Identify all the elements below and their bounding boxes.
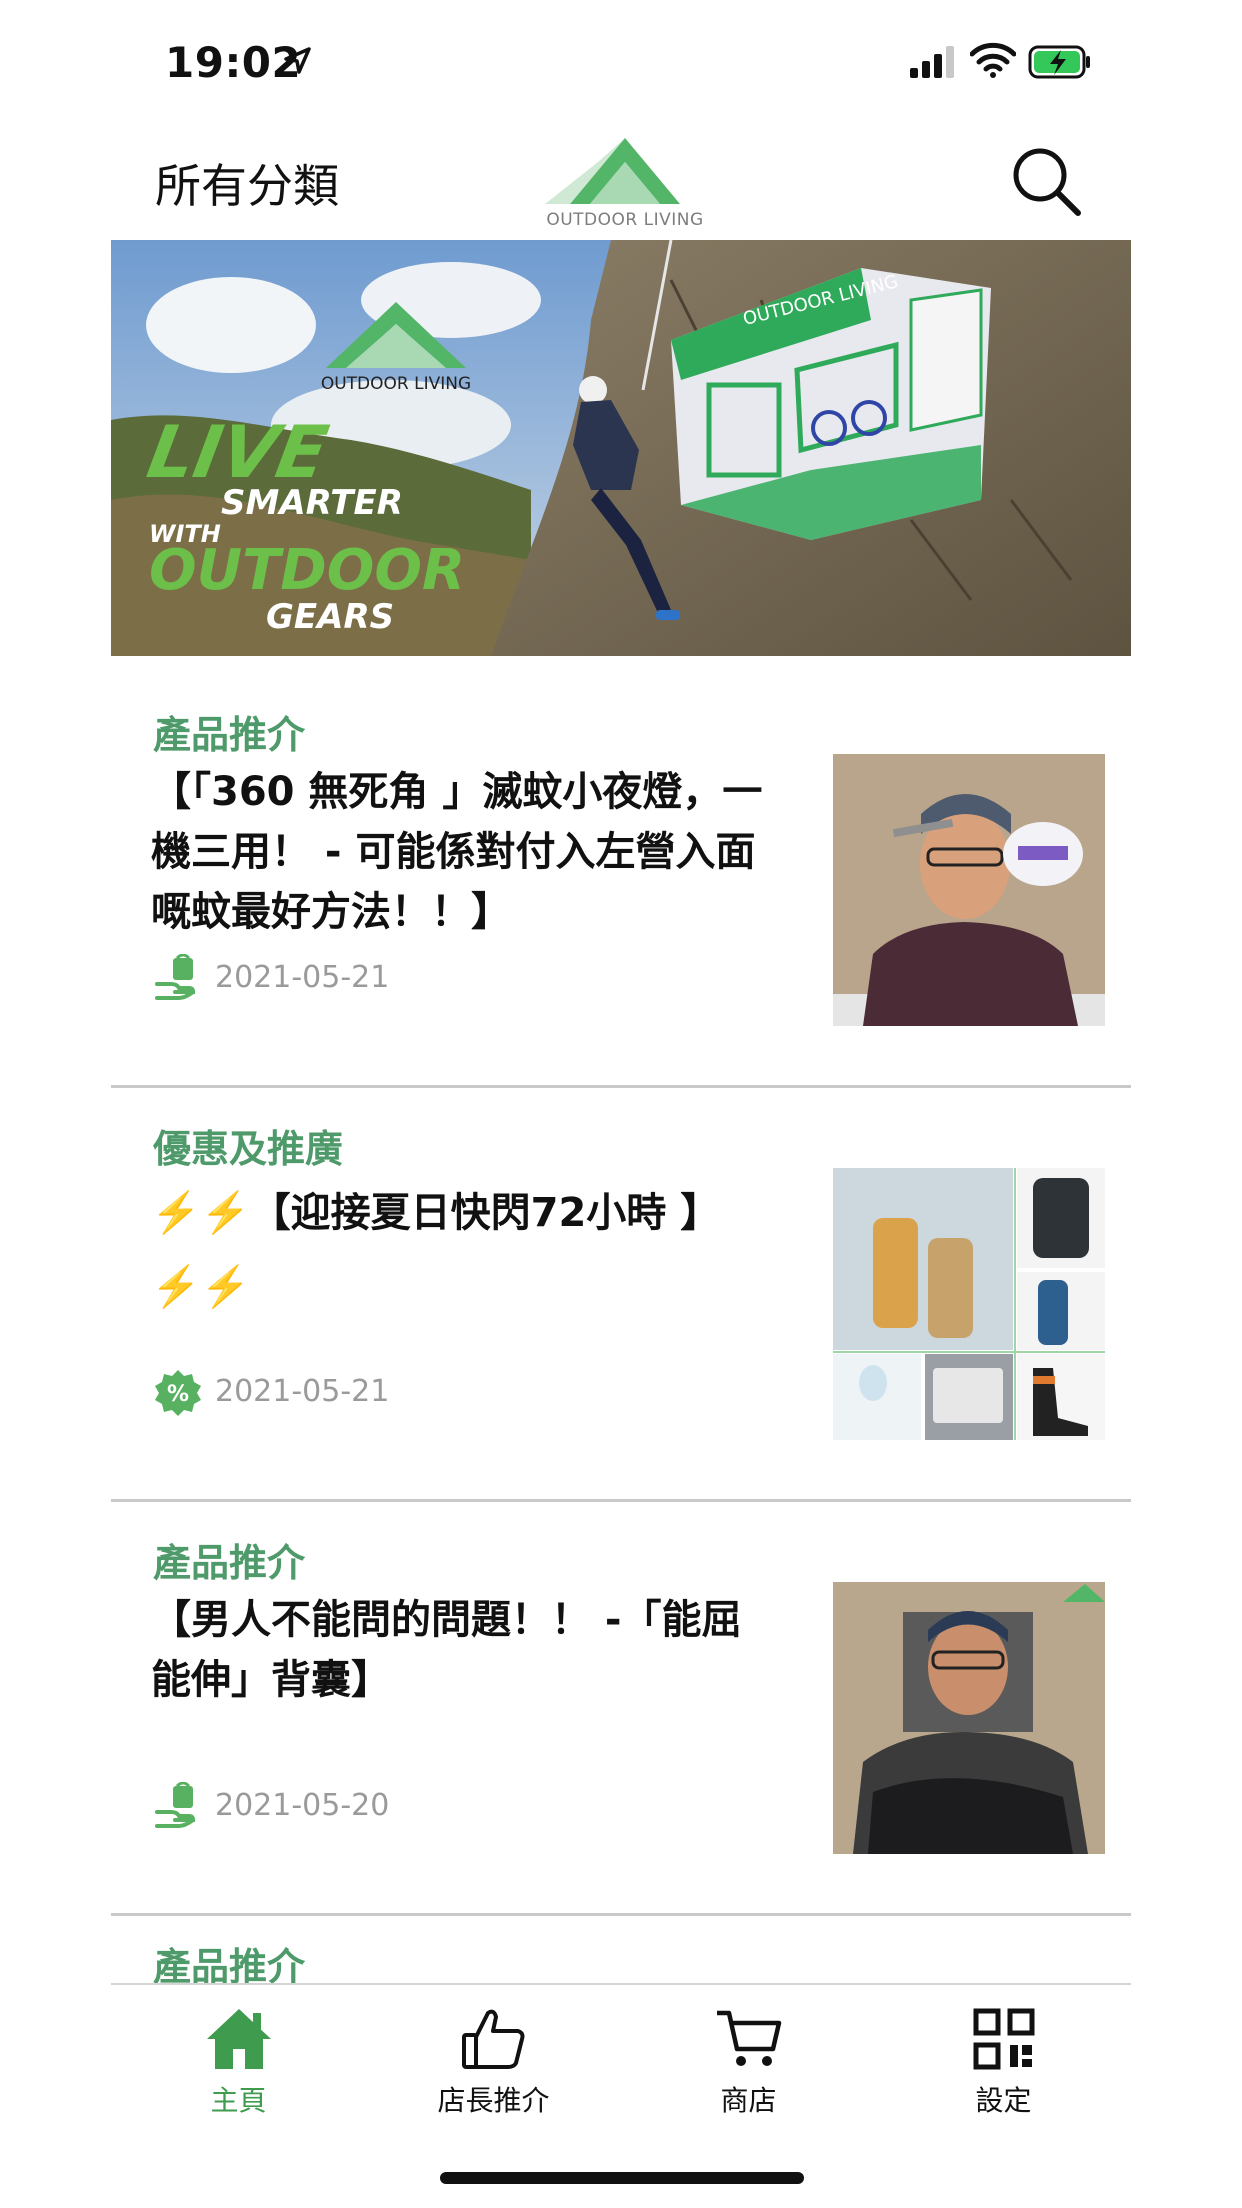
grid-icon xyxy=(973,2008,1035,2070)
nav-home-label: 主頁 xyxy=(210,2084,267,2117)
nav-settings[interactable]: 設定 xyxy=(876,1985,1131,2117)
banner-logo-text: OUTDOOR LIVING xyxy=(320,374,472,394)
tent-logo-icon xyxy=(545,138,680,204)
promo-banner[interactable]: OUTDOOR LIVING OUTDOOR LIVING LIVE SMART… xyxy=(111,240,1131,656)
all-categories-button[interactable]: 所有分類 xyxy=(155,150,339,216)
article-category: 產品推介 xyxy=(153,713,306,757)
home-indicator[interactable] xyxy=(440,2172,804,2184)
nav-recommend[interactable]: 店長推介 xyxy=(366,1985,621,2117)
article-title[interactable]: 【男人不能問的問題！！ -「能屈能伸」背囊】 xyxy=(151,1590,771,1710)
status-time: 19:02 xyxy=(165,38,302,87)
article-category: 優惠及推廣 xyxy=(153,1127,344,1171)
article-title[interactable]: 【「360 無死角 」滅蚊小夜燈，一機三用！ - 可能係對付入左營入面嘅蚊最好方… xyxy=(151,762,771,942)
article-thumbnail[interactable] xyxy=(833,754,1105,1026)
article-date: 2021-05-21 xyxy=(215,1374,390,1409)
thumbs-up-icon xyxy=(462,2009,525,2069)
article-thumbnail[interactable] xyxy=(833,1582,1105,1854)
article-thumbnail[interactable] xyxy=(833,1168,1105,1440)
search-icon[interactable] xyxy=(1010,145,1082,217)
logo-text: OUTDOOR LIVING xyxy=(546,210,704,230)
article-card[interactable]: 產品推介 【男人不能問的問題！！ -「能屈能伸」背囊】 2021-05-20 xyxy=(111,1502,1131,1916)
location-arrow-icon xyxy=(284,47,311,74)
nav-shop-label: 商店 xyxy=(720,2084,777,2117)
nav-home[interactable]: 主頁 xyxy=(111,1985,366,2117)
wifi-icon xyxy=(970,42,1016,78)
article-card[interactable]: 優惠及推廣 ⚡️⚡️【迎接夏日快閃72小時 】⚡️⚡️ % 2021-05-21 xyxy=(111,1088,1131,1502)
status-bar: 19:02 xyxy=(0,0,1242,120)
slogan-live: LIVE xyxy=(141,410,334,494)
nav-shop[interactable]: 商店 xyxy=(621,1985,876,2117)
home-icon xyxy=(207,2009,271,2069)
slogan-outdoor: OUTDOOR xyxy=(149,538,466,603)
svg-text:%: % xyxy=(167,1382,189,1407)
bag-hand-icon xyxy=(155,1782,196,1828)
bag-hand-icon xyxy=(155,954,196,1000)
nav-recommend-label: 店長推介 xyxy=(437,2084,550,2117)
nav-settings-label: 設定 xyxy=(975,2084,1032,2117)
slogan-gears: GEARS xyxy=(266,597,395,637)
article-date: 2021-05-20 xyxy=(215,1788,390,1823)
percent-badge-icon: % xyxy=(155,1370,201,1416)
battery-charging-icon xyxy=(1028,45,1090,79)
article-title[interactable]: ⚡️⚡️【迎接夏日快閃72小時 】⚡️⚡️ xyxy=(151,1176,771,1324)
cart-icon xyxy=(717,2010,782,2066)
outdoor-living-logo[interactable]: OUTDOOR LIVING xyxy=(540,132,710,232)
article-date: 2021-05-21 xyxy=(215,960,390,995)
article-card[interactable]: 產品推介 【「360 無死角 」滅蚊小夜燈，一機三用！ - 可能係對付入左營入面… xyxy=(111,674,1131,1088)
article-category: 產品推介 xyxy=(153,1541,306,1585)
signal-icon xyxy=(910,46,954,78)
slogan-smarter: SMARTER xyxy=(221,483,403,523)
